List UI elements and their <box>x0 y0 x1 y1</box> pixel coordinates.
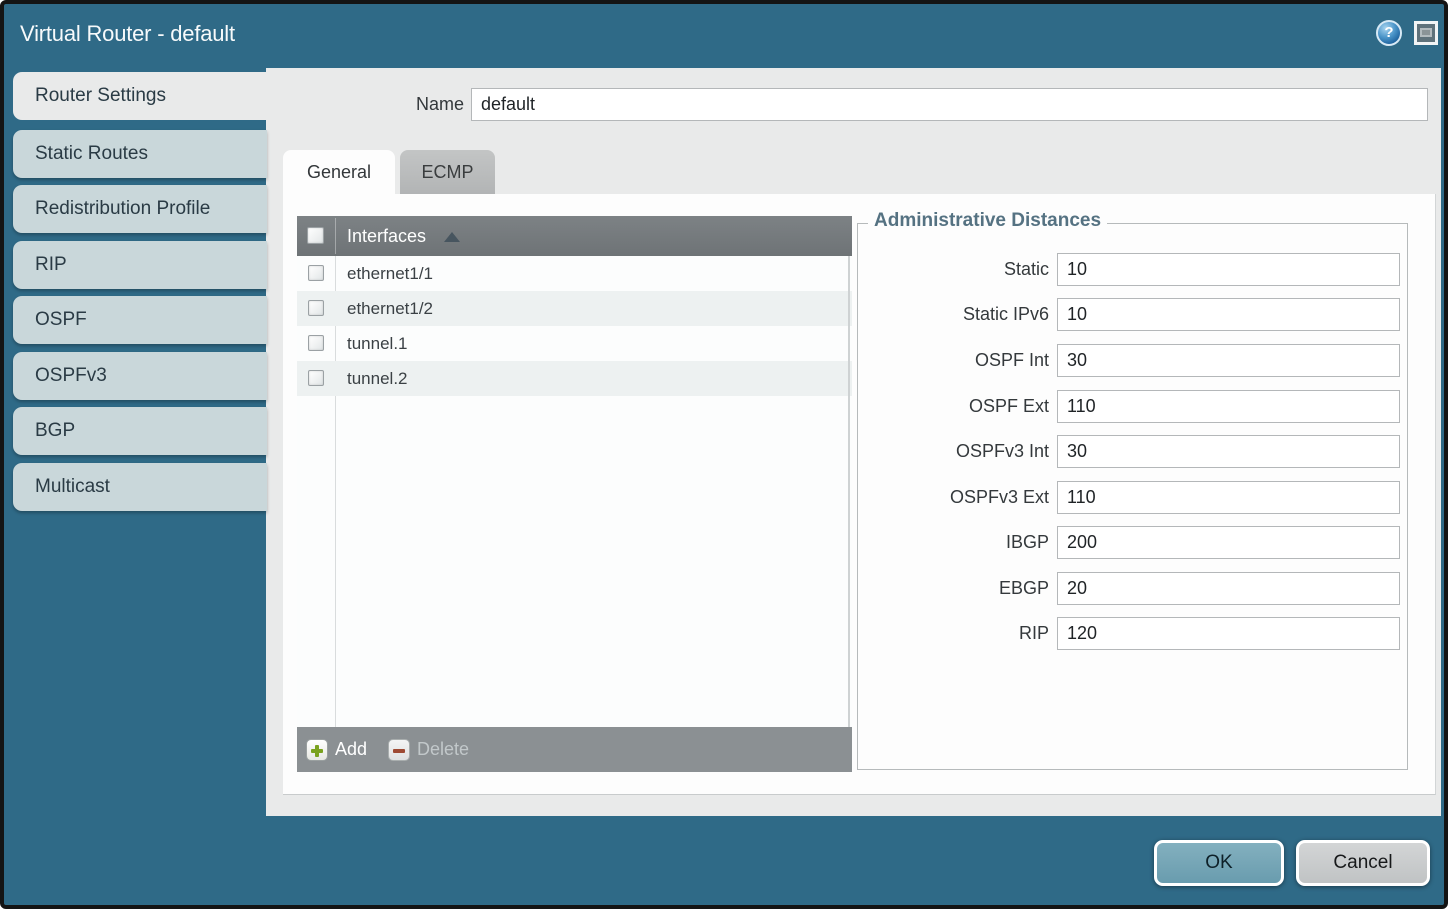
static-distance-input[interactable] <box>1057 253 1400 286</box>
title-bar: Virtual Router - default ? <box>4 4 1444 64</box>
help-icon[interactable]: ? <box>1376 20 1402 46</box>
add-button-label: Add <box>335 739 367 760</box>
interface-name: ethernet1/2 <box>347 291 433 326</box>
cancel-button[interactable]: Cancel <box>1296 840 1430 886</box>
ospfv3-int-distance-input[interactable] <box>1057 435 1400 468</box>
table-scrollbar[interactable] <box>848 256 850 727</box>
field-label: OSPF Int <box>864 344 1049 377</box>
sidebar-item-ospf[interactable]: OSPF <box>13 296 267 344</box>
row-checkbox[interactable] <box>308 300 324 316</box>
ospf-ext-distance-input[interactable] <box>1057 390 1400 423</box>
field-label: Static IPv6 <box>864 298 1049 331</box>
sidebar-item-redistribution-profile[interactable]: Redistribution Profile <box>13 185 267 233</box>
static-ipv6-distance-input[interactable] <box>1057 298 1400 331</box>
field-label: IBGP <box>864 526 1049 559</box>
tab-label: ECMP <box>421 162 473 182</box>
sidebar-item-label: Router Settings <box>35 85 166 106</box>
add-button[interactable]: Add <box>306 727 367 772</box>
interface-name: tunnel.2 <box>347 361 408 396</box>
row-checkbox[interactable] <box>308 265 324 281</box>
sidebar-item-static-routes[interactable]: Static Routes <box>13 130 267 178</box>
field-label: OSPFv3 Ext <box>864 481 1049 514</box>
sidebar-item-label: RIP <box>35 254 67 275</box>
sidebar-item-router-settings[interactable]: Router Settings <box>13 72 271 120</box>
sidebar-item-label: Redistribution Profile <box>35 198 210 219</box>
restore-window-icon-inner <box>1420 28 1432 37</box>
column-separator <box>335 218 336 254</box>
sidebar-item-label: BGP <box>35 420 75 441</box>
ospfv3-ext-distance-input[interactable] <box>1057 481 1400 514</box>
name-label: Name <box>354 88 464 121</box>
admin-distances-legend: Administrative Distances <box>868 210 1107 232</box>
tab-ecmp[interactable]: ECMP <box>400 150 495 194</box>
tab-label: General <box>307 162 371 182</box>
interface-name: ethernet1/1 <box>347 256 433 291</box>
name-input[interactable] <box>471 88 1428 121</box>
ospf-int-distance-input[interactable] <box>1057 344 1400 377</box>
plus-icon <box>306 739 328 761</box>
sidebar-item-bgp[interactable]: BGP <box>13 407 267 455</box>
field-label: Static <box>864 253 1049 286</box>
interface-name: tunnel.1 <box>347 326 408 361</box>
virtual-router-dialog: Virtual Router - default ? Router Settin… <box>0 0 1448 909</box>
table-row[interactable]: tunnel.1 <box>297 326 852 361</box>
field-label: OSPF Ext <box>864 390 1049 423</box>
table-row[interactable]: ethernet1/1 <box>297 256 852 291</box>
row-checkbox[interactable] <box>308 370 324 386</box>
interfaces-column-header[interactable]: Interfaces <box>347 216 426 256</box>
sidebar-item-label: Static Routes <box>35 143 148 164</box>
table-row[interactable]: ethernet1/2 <box>297 291 852 326</box>
sidebar-item-multicast[interactable]: Multicast <box>13 463 267 511</box>
minus-icon <box>388 739 410 761</box>
table-row[interactable]: tunnel.2 <box>297 361 852 396</box>
sidebar-item-rip[interactable]: RIP <box>13 241 267 289</box>
row-checkbox[interactable] <box>308 335 324 351</box>
delete-button-label: Delete <box>417 739 469 760</box>
restore-window-icon[interactable] <box>1414 21 1438 45</box>
field-label: EBGP <box>864 572 1049 605</box>
ebgp-distance-input[interactable] <box>1057 572 1400 605</box>
field-label: OSPFv3 Int <box>864 435 1049 468</box>
delete-button[interactable]: Delete <box>388 727 469 772</box>
ibgp-distance-input[interactable] <box>1057 526 1400 559</box>
sort-ascending-icon[interactable] <box>444 232 460 242</box>
rip-distance-input[interactable] <box>1057 617 1400 650</box>
sidebar-item-label: Multicast <box>35 476 110 497</box>
sidebar-item-label: OSPF <box>35 309 87 330</box>
field-label: RIP <box>864 617 1049 650</box>
sidebar-item-ospfv3[interactable]: OSPFv3 <box>13 352 267 400</box>
interfaces-table-header[interactable]: Interfaces <box>297 216 852 256</box>
table-toolbar: Add Delete <box>297 727 852 772</box>
ok-button[interactable]: OK <box>1154 840 1284 886</box>
tab-general[interactable]: General <box>283 150 395 194</box>
sidebar-item-label: OSPFv3 <box>35 365 107 386</box>
select-all-checkbox[interactable] <box>307 227 324 244</box>
dialog-title: Virtual Router - default <box>20 4 235 64</box>
